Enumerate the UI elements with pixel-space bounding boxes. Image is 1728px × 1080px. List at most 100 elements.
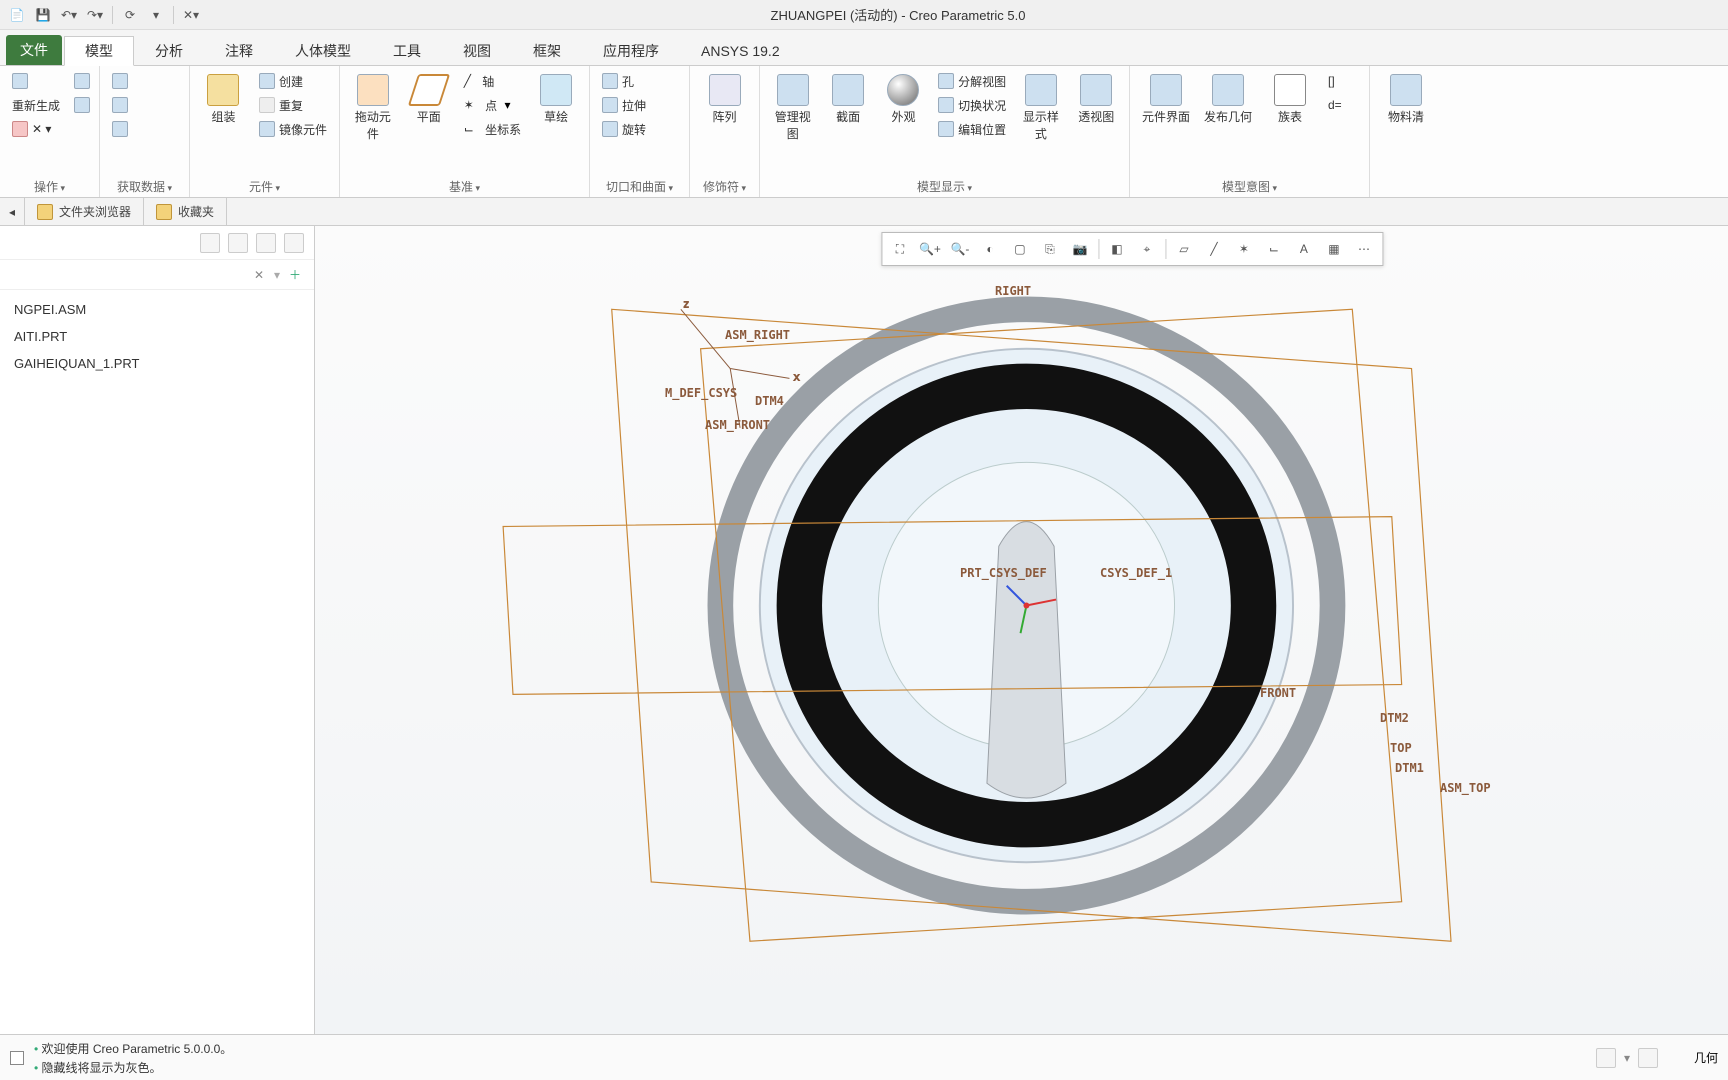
tree-more-icon[interactable] <box>284 233 304 253</box>
undo-icon[interactable]: ↶▾ <box>58 4 80 26</box>
section-button[interactable]: 截面 <box>823 70 872 129</box>
group-label-intent[interactable]: 模型意图 <box>1222 180 1277 194</box>
model-tree[interactable]: NGPEI.ASM AITI.PRT GAIHEIQUAN_1.PRT <box>0 290 314 1034</box>
edit-position-button[interactable]: 编辑位置 <box>934 118 1010 140</box>
tree-filter-icon[interactable] <box>200 233 220 253</box>
group-label-getdata[interactable]: 获取数据 <box>117 180 172 194</box>
csys-display-icon[interactable]: ⌙ <box>1260 236 1288 262</box>
tab-view[interactable]: 视图 <box>442 35 512 65</box>
new-file-icon[interactable]: 📄 <box>6 4 28 26</box>
manage-views-button[interactable]: 管理视图 <box>768 70 817 146</box>
snapshot-icon[interactable]: 📷 <box>1066 236 1094 262</box>
collapse-tree-button[interactable]: ◂ <box>0 198 25 225</box>
explode-view-button[interactable]: 分解视图 <box>934 70 1010 92</box>
create-component-button[interactable]: 创建 <box>255 70 331 92</box>
copy-view-icon[interactable]: ⎘ <box>1036 236 1064 262</box>
graphics-toolbar: ⛶ 🔍+ 🔍- ◐ ▢ ⎘ 📷 ◧ ⌖ ▱ ╱ ✶ ⌙ A ▦ ⋯ <box>881 232 1383 266</box>
display-style-button[interactable]: 显示样式 <box>1016 70 1065 146</box>
tab-analysis[interactable]: 分析 <box>134 35 204 65</box>
relations-button[interactable]: d= <box>1324 94 1346 116</box>
tab-ansys[interactable]: ANSYS 19.2 <box>680 35 801 65</box>
tree-item-part2[interactable]: GAIHEIQUAN_1.PRT <box>4 350 310 377</box>
regen-button[interactable] <box>8 70 64 92</box>
tree-show-icon[interactable] <box>256 233 276 253</box>
tab-model[interactable]: 模型 <box>64 36 134 66</box>
publish-geom-button[interactable]: 发布几何 <box>1200 70 1256 129</box>
tab-annotate[interactable]: 注释 <box>204 35 274 65</box>
group-label-modifier[interactable]: 修饰符 <box>703 180 746 194</box>
toggle-status-button[interactable]: 切换状况 <box>934 94 1010 116</box>
family-table-button[interactable]: 族表 <box>1262 70 1318 129</box>
perspective-icon <box>1080 74 1112 106</box>
group-label-operate[interactable]: 操作 <box>34 180 65 194</box>
close-window-icon[interactable]: ✕▾ <box>180 4 202 26</box>
group-label-datum[interactable]: 基准 <box>449 180 480 194</box>
tab-applications[interactable]: 应用程序 <box>582 35 680 65</box>
saved-view-icon[interactable]: ▢ <box>1006 236 1034 262</box>
zoom-in-icon[interactable]: 🔍+ <box>916 236 944 262</box>
tab-folder-browser[interactable]: 文件夹浏览器 <box>25 198 144 225</box>
tree-item-part1[interactable]: AITI.PRT <box>4 323 310 350</box>
more-display-icon[interactable]: ⋯ <box>1350 236 1378 262</box>
status-toggle-a[interactable] <box>10 1051 24 1065</box>
tree-toolbar <box>0 226 314 260</box>
paste-icon <box>74 97 90 113</box>
save-icon[interactable]: 💾 <box>32 4 54 26</box>
tab-file[interactable]: 文件 <box>6 35 62 65</box>
plane-button[interactable]: 平面 <box>404 70 454 129</box>
component-interface-button[interactable]: 元件界面 <box>1138 70 1194 129</box>
tab-manikin[interactable]: 人体模型 <box>274 35 372 65</box>
csys-button[interactable]: ⌙ 坐标系 <box>460 118 525 140</box>
tab-framework[interactable]: 框架 <box>512 35 582 65</box>
tree-settings-icon[interactable] <box>228 233 248 253</box>
plane-display-icon[interactable]: ▱ <box>1170 236 1198 262</box>
pattern-button[interactable]: 阵列 <box>698 70 751 129</box>
revolve-button[interactable]: 旋转 <box>598 118 650 140</box>
delete-button[interactable]: ✕ ▾ <box>8 118 64 140</box>
getdata-a[interactable] <box>108 70 132 92</box>
tree-item-asm[interactable]: NGPEI.ASM <box>4 296 310 323</box>
selection-filter-label[interactable]: 几何 <box>1694 1049 1718 1066</box>
appearance-button[interactable]: 外观 <box>879 70 928 129</box>
graphics-viewport[interactable]: ⛶ 🔍+ 🔍- ◐ ▢ ⎘ 📷 ◧ ⌖ ▱ ╱ ✶ ⌙ A ▦ ⋯ <box>315 226 1728 1034</box>
assemble-icon <box>207 74 239 106</box>
point-button[interactable]: ✶ 点 ▾ <box>460 94 525 116</box>
spin-icon[interactable]: ◐ <box>976 236 1004 262</box>
assemble-button[interactable]: 组装 <box>198 70 249 129</box>
add-icon[interactable]: ＋ <box>286 266 304 284</box>
group-label-component[interactable]: 元件 <box>249 180 280 194</box>
point-display-icon[interactable]: ✶ <box>1230 236 1258 262</box>
group-label-model-display[interactable]: 模型显示 <box>917 180 972 194</box>
mirror-component-button[interactable]: 镜像元件 <box>255 118 331 140</box>
annotation-display-icon[interactable]: A <box>1290 236 1318 262</box>
datum-display-icon[interactable]: ▦ <box>1320 236 1348 262</box>
tab-favorites[interactable]: 收藏夹 <box>144 198 227 225</box>
zoom-fit-icon[interactable]: ⛶ <box>886 236 914 262</box>
drag-component-button[interactable]: 拖动元件 <box>348 70 398 146</box>
group-label-cut[interactable]: 切口和曲面 <box>606 180 673 194</box>
layers-icon[interactable] <box>1638 1048 1658 1068</box>
parameters-button[interactable]: [] <box>1324 70 1346 92</box>
shade-icon[interactable]: ◧ <box>1103 236 1131 262</box>
axis-button[interactable]: ╱ 轴 <box>460 70 525 92</box>
status-message-1: 欢迎使用 Creo Parametric 5.0.0.0。 <box>34 1040 232 1057</box>
op-btn-b[interactable] <box>70 94 94 116</box>
tab-tools[interactable]: 工具 <box>372 35 442 65</box>
csys-toggle-icon[interactable]: ⌖ <box>1133 236 1161 262</box>
find-icon[interactable] <box>1596 1048 1616 1068</box>
regen-label[interactable]: 重新生成 <box>8 94 64 116</box>
op-btn-a[interactable] <box>70 70 94 92</box>
hole-button[interactable]: 孔 <box>598 70 650 92</box>
sketch-button[interactable]: 草绘 <box>531 70 581 129</box>
getdata-b[interactable] <box>108 94 132 116</box>
axis-display-icon[interactable]: ╱ <box>1200 236 1228 262</box>
zoom-out-icon[interactable]: 🔍- <box>946 236 974 262</box>
redo-icon[interactable]: ↷▾ <box>84 4 106 26</box>
regenerate-icon[interactable]: ⟳ <box>119 4 141 26</box>
perspective-button[interactable]: 透视图 <box>1072 70 1121 129</box>
bom-button[interactable]: 物料清 <box>1378 70 1434 129</box>
getdata-c[interactable] <box>108 118 132 140</box>
windows-icon[interactable]: ▾ <box>145 4 167 26</box>
extrude-button[interactable]: 拉伸 <box>598 94 650 116</box>
clear-search-icon[interactable]: ✕ <box>250 266 268 284</box>
